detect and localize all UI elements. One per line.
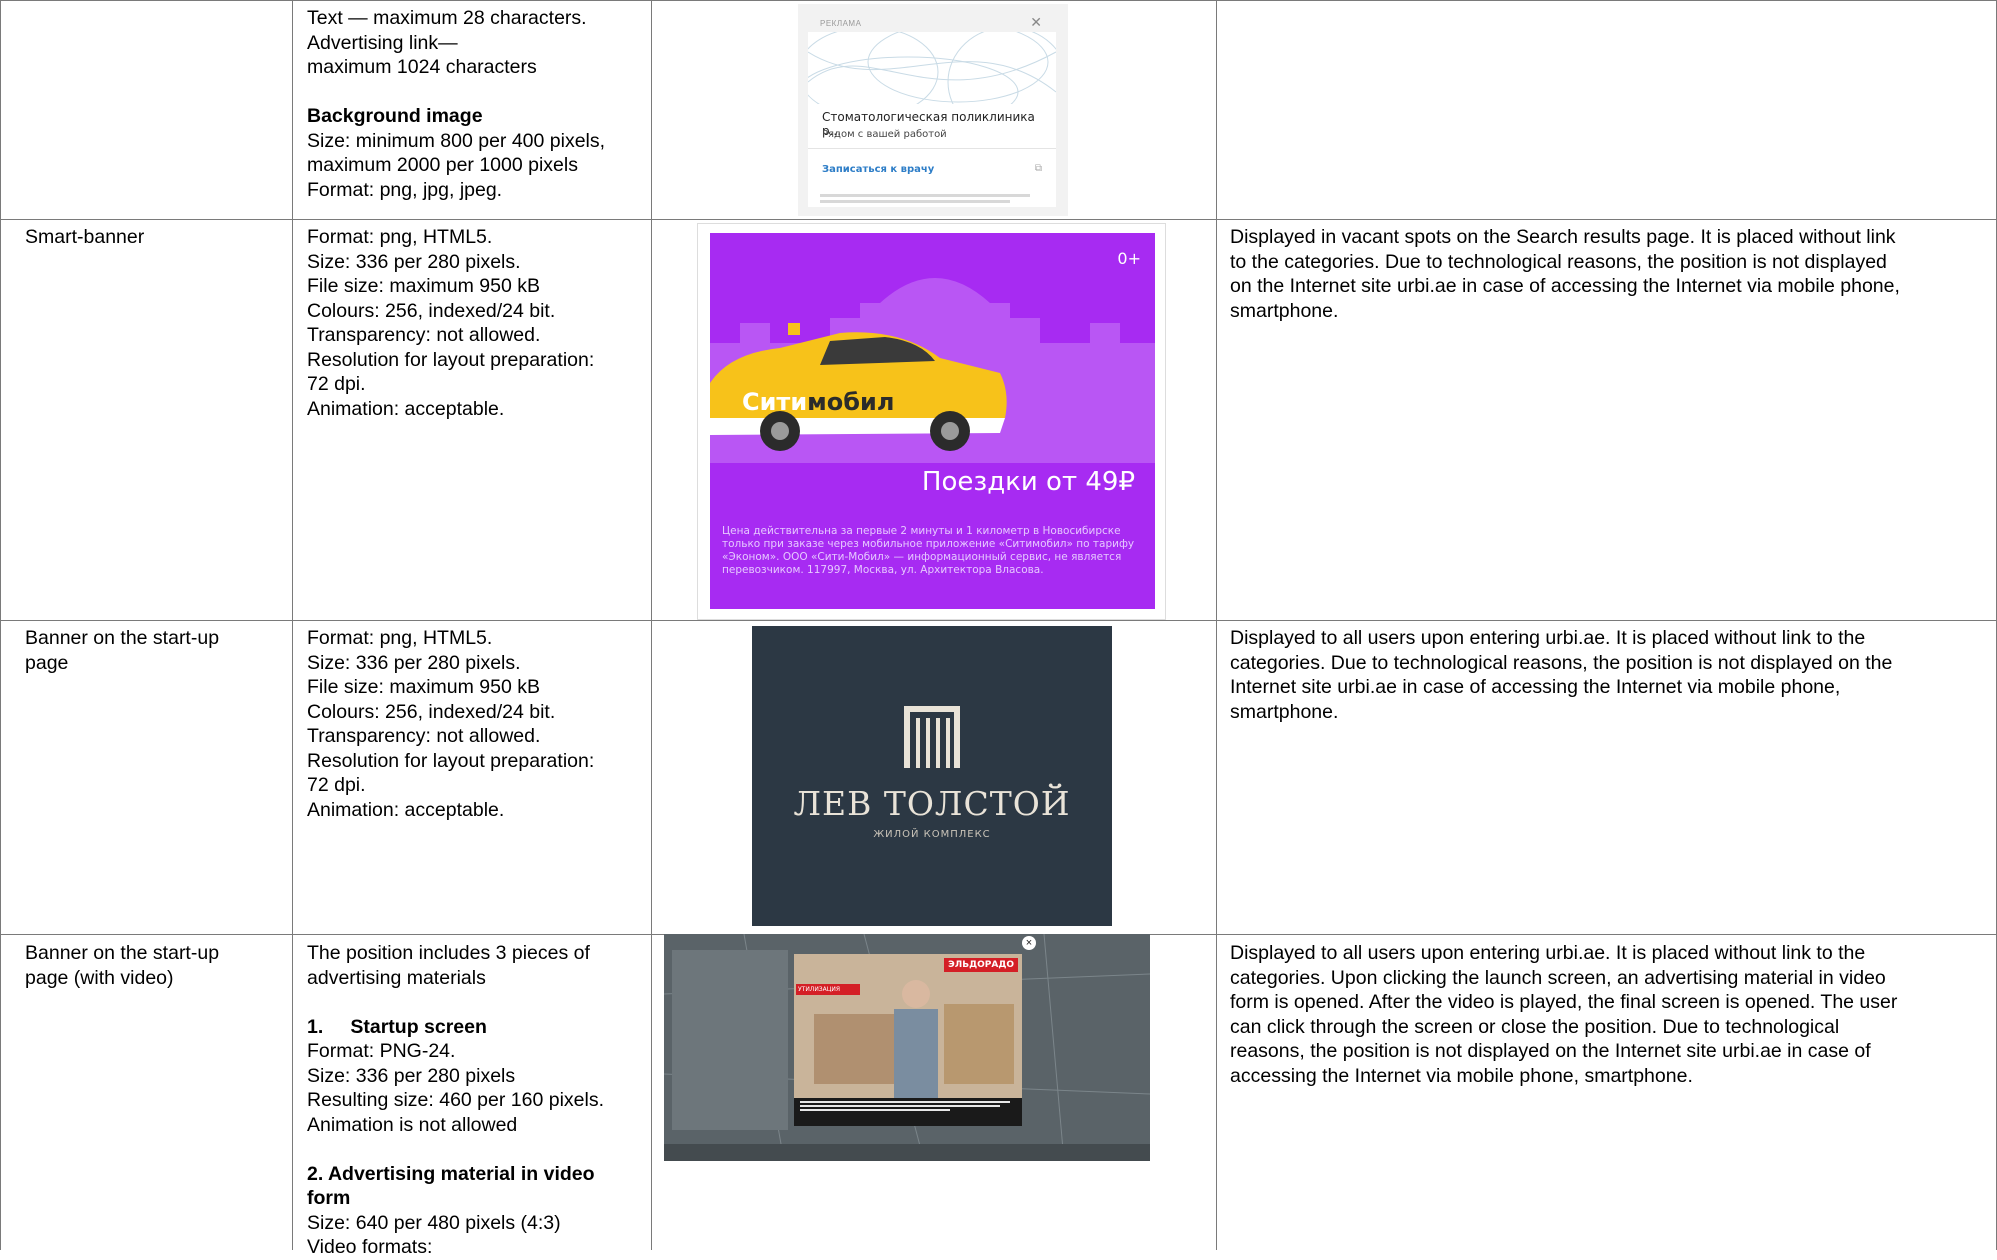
format-heading: 1. Startup screen xyxy=(307,1015,487,1038)
legal-disclaimer: Цена действительна за первые 2 минуты и … xyxy=(722,525,1135,576)
popup-ad-image: РЕКЛАМА ✕ Стоматологическая поликлиника … xyxy=(798,4,1068,216)
table-border xyxy=(0,620,1997,621)
table-border xyxy=(651,0,652,1250)
promo-headline: Поездки от 49₽ xyxy=(921,467,1135,497)
brand-logo: Ситимобил xyxy=(742,388,895,416)
description-line: Displayed to all users upon entering urb… xyxy=(1230,942,1866,964)
format-line: Animation: acceptable. xyxy=(307,397,505,420)
row4-format-cell: The position includes 3 pieces of advert… xyxy=(307,941,647,1260)
format-line: Text — maximum 28 characters. xyxy=(307,7,587,29)
description-line: reasons, the position is not displayed o… xyxy=(1230,1040,1871,1062)
description-line: Displayed to all users upon entering urb… xyxy=(1230,627,1866,649)
format-line: Format: png, jpg, jpeg. xyxy=(307,178,503,201)
video-frame: ЭЛЬДОРАДО УТИЛИЗАЦИЯ xyxy=(794,954,1022,1098)
popup-card: Стоматологическая поликлиника р... Рядом… xyxy=(808,32,1056,207)
fine-print xyxy=(820,194,1040,208)
position-line: Banner on the start-up xyxy=(25,627,220,649)
advertiser-subtitle: Рядом с вашей работой xyxy=(822,129,947,140)
format-line: Advertising link— xyxy=(307,31,458,54)
format-line: Colours: 256, indexed/24 bit. xyxy=(307,700,556,723)
row4-position-cell: Banner on the start-up page (with video) xyxy=(25,941,285,990)
video-banner-image: ЭЛЬДОРАДО УТИЛИЗАЦИЯ × xyxy=(664,934,1150,1161)
position-line: page xyxy=(25,651,69,674)
age-rating: 0+ xyxy=(1117,249,1141,268)
banner-background: 0+ Ситимобил Поездки от 49₽ Цена действи… xyxy=(710,233,1155,609)
advertiser-name: ЛЕВ ТОЛСТОЙ xyxy=(793,784,1071,823)
description-line: can click through the screen or close th… xyxy=(1230,1015,1840,1038)
format-line: File size: maximum 950 kB xyxy=(307,676,540,698)
format-line: Animation is not allowed xyxy=(307,1113,518,1136)
table-border xyxy=(1216,0,1217,1250)
table-border xyxy=(0,0,1997,1)
format-line: Size: minimum 800 per 400 pixels, xyxy=(307,129,606,152)
smart-banner-image: 0+ Ситимобил Поездки от 49₽ Цена действи… xyxy=(697,223,1166,620)
format-line: 72 dpi. xyxy=(307,774,366,796)
format-line: Format: png, HTML5. xyxy=(307,627,493,649)
divider xyxy=(808,148,1056,149)
scene-graphic xyxy=(794,954,1022,1098)
description-line: categories. Upon clicking the launch scr… xyxy=(1230,966,1886,989)
format-line: Resulting size: 460 per 160 pixels. xyxy=(307,1089,605,1111)
external-link-icon: ⧉ xyxy=(1034,163,1042,174)
description-line: smartphone. xyxy=(1230,700,1339,723)
format-line: Size: 336 per 280 pixels xyxy=(307,1064,516,1087)
description-line: Displayed in vacant spots on the Search … xyxy=(1230,226,1896,248)
format-line: Format: PNG-24. xyxy=(307,1040,456,1062)
format-line: File size: maximum 950 kB xyxy=(307,275,540,297)
format-line: Animation: acceptable. xyxy=(307,798,505,821)
video-player: ЭЛЬДОРАДО УТИЛИЗАЦИЯ xyxy=(794,954,1022,1126)
building-logo-icon xyxy=(904,706,960,768)
format-line: 72 dpi. xyxy=(307,373,366,395)
format-line: maximum 1024 characters xyxy=(307,56,537,78)
position-line: page (with video) xyxy=(25,966,174,989)
table-border xyxy=(292,0,293,1250)
format-line: Resolution for layout preparation: xyxy=(307,348,595,371)
ad-label: РЕКЛАМА xyxy=(820,19,862,28)
row2-position-cell: Smart-banner xyxy=(25,226,145,248)
position-line: Banner on the start-up xyxy=(25,942,220,964)
format-heading: form xyxy=(307,1187,351,1209)
pattern-graphic xyxy=(808,32,1056,104)
promo-badge: УТИЛИЗАЦИЯ xyxy=(796,984,860,995)
row3-description-cell: Displayed to all users upon entering urb… xyxy=(1230,626,1994,724)
format-heading: Background image xyxy=(307,105,483,127)
row2-description-cell: Displayed in vacant spots on the Search … xyxy=(1230,225,1994,323)
advertiser-subtitle: ЖИЛОЙ КОМПЛЕКС xyxy=(873,829,991,840)
description-line: form is opened. After the video is playe… xyxy=(1230,991,1898,1013)
format-line: Colours: 256, indexed/24 bit. xyxy=(307,299,556,322)
format-line: Transparency: not allowed. xyxy=(307,324,541,346)
startup-banner-image: ЛЕВ ТОЛСТОЙ ЖИЛОЙ КОМПЛЕКС xyxy=(752,626,1114,928)
description-line: to the categories. Due to technological … xyxy=(1230,250,1887,273)
row1-format-cell: Text — maximum 28 characters. Advertisin… xyxy=(307,6,647,202)
format-line: Resolution for layout preparation: xyxy=(307,749,595,772)
row3-format-cell: Format: png, HTML5. Size: 336 per 280 pi… xyxy=(307,626,647,822)
banner-background: ЛЕВ ТОЛСТОЙ ЖИЛОЙ КОМПЛЕКС xyxy=(752,626,1112,926)
cta-link: Записаться к врачу xyxy=(822,164,935,175)
table-border xyxy=(0,0,1,1250)
format-line: Size: 336 per 280 pixels. xyxy=(307,250,521,273)
brand-logo: ЭЛЬДОРАДО xyxy=(944,958,1018,972)
description-line: Internet site urbi.ae in case of accessi… xyxy=(1230,676,1841,698)
video-caption xyxy=(800,1101,1016,1121)
format-line: maximum 2000 per 1000 pixels xyxy=(307,154,578,176)
format-line: Format: png, HTML5. xyxy=(307,226,493,248)
table-border xyxy=(0,219,1997,220)
description-line: accessing the Internet via mobile phone,… xyxy=(1230,1064,1693,1087)
row3-position-cell: Banner on the start-up page xyxy=(25,626,285,675)
format-line: Size: 640 per 480 pixels (4:3) xyxy=(307,1211,561,1234)
row2-format-cell: Format: png, HTML5. Size: 336 per 280 pi… xyxy=(307,225,647,421)
format-line: The position includes 3 pieces of xyxy=(307,942,590,964)
description-line: smartphone. xyxy=(1230,299,1339,322)
format-line: advertising materials xyxy=(307,966,486,989)
format-heading: 2. Advertising material in video xyxy=(307,1162,595,1185)
format-line: Video formats: xyxy=(307,1236,433,1258)
description-line: on the Internet site urbi.ae in case of … xyxy=(1230,275,1900,297)
description-line: categories. Due to technological reasons… xyxy=(1230,651,1893,674)
format-line: Transparency: not allowed. xyxy=(307,725,541,747)
close-icon: ✕ xyxy=(1030,14,1042,30)
close-icon: × xyxy=(1022,936,1036,950)
format-line: Size: 336 per 280 pixels. xyxy=(307,651,521,674)
row4-description-cell: Displayed to all users upon entering urb… xyxy=(1230,941,1994,1088)
